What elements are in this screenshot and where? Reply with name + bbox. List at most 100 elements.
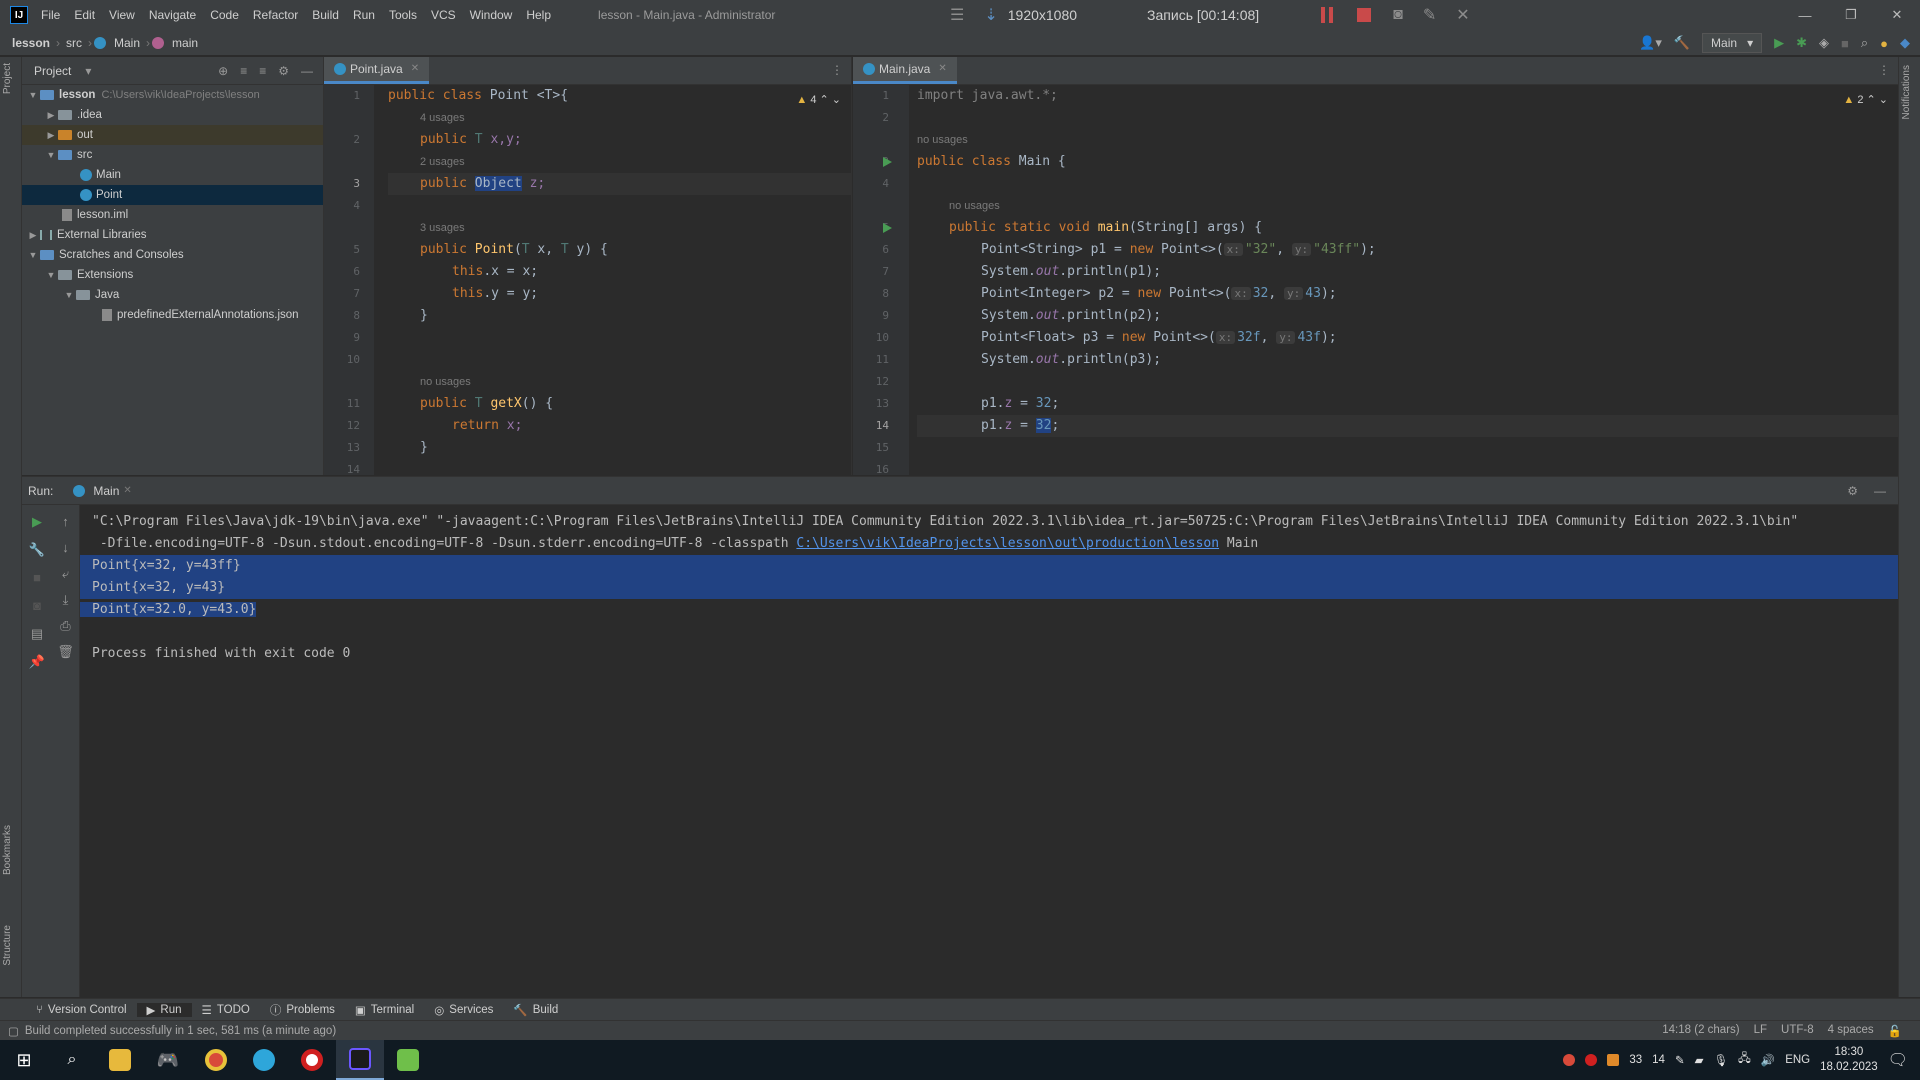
tree-item-java[interactable]: ▼ Java	[22, 285, 323, 305]
windows-start-icon[interactable]: ⊞	[0, 1040, 48, 1080]
wrench-icon[interactable]: 🔧	[29, 543, 45, 557]
microphone-icon[interactable]: 🎙	[1713, 1053, 1728, 1067]
expanded-arrow-icon[interactable]: ▼	[44, 270, 58, 280]
bookmarks-tool-tab[interactable]: Bookmarks	[2, 825, 13, 875]
minimize-icon[interactable]: —	[1782, 0, 1828, 30]
search-icon[interactable]: ⌕	[48, 1040, 96, 1080]
clock[interactable]: 18:30 18.02.2023	[1820, 1045, 1878, 1075]
gpu-icon[interactable]: ▰	[1695, 1053, 1704, 1067]
coverage-icon[interactable]: ◈	[1819, 35, 1829, 51]
tree-item-scratches[interactable]: ▼ Scratches and Consoles	[22, 245, 323, 265]
telegram-icon[interactable]	[240, 1040, 288, 1080]
tree-item-point[interactable]: Point	[22, 185, 323, 205]
run-tab-main[interactable]: Main ✕	[73, 484, 132, 498]
classpath-link[interactable]: C:\Users\vik\IdeaProjects\lesson\out\pro…	[796, 536, 1219, 551]
expanded-arrow-icon[interactable]: ▼	[62, 290, 76, 300]
record-app-icon[interactable]	[288, 1040, 336, 1080]
language-indicator[interactable]: ENG	[1785, 1054, 1810, 1066]
search-icon[interactable]: ⌕	[1861, 35, 1868, 51]
arrow-down-icon[interactable]: ↓	[62, 541, 69, 555]
arrow-up-icon[interactable]: ↑	[62, 515, 69, 529]
camera-icon[interactable]: ◙	[33, 599, 41, 613]
run-configuration-select[interactable]: Main ▾	[1702, 33, 1763, 53]
usages-hint[interactable]: no usages	[917, 129, 1898, 151]
close-tab-icon[interactable]: ✕	[938, 63, 946, 74]
menu-code[interactable]: Code	[203, 8, 246, 22]
gamepad-icon[interactable]: 🎮	[144, 1040, 192, 1080]
project-view-label[interactable]: Project	[34, 64, 71, 78]
hide-icon[interactable]: —	[301, 64, 313, 78]
collapsed-arrow-icon[interactable]: ▶	[26, 230, 40, 241]
menu-run[interactable]: Run	[346, 8, 382, 22]
chrome-icon[interactable]	[192, 1040, 240, 1080]
gear-icon[interactable]: ⚙	[1847, 484, 1858, 498]
intellij-logo-icon[interactable]: IJ	[10, 6, 28, 24]
menu-window[interactable]: Window	[463, 8, 520, 22]
recorder-tray-icon[interactable]	[1585, 1054, 1598, 1066]
status-message[interactable]: Build completed successfully in 1 sec, 5…	[25, 1025, 336, 1037]
tree-item-extensions[interactable]: ▼ Extensions	[22, 265, 323, 285]
tree-item-external-libraries[interactable]: ▶ External Libraries	[22, 225, 323, 245]
run-main-icon[interactable]	[883, 223, 892, 233]
code-area[interactable]: public class Point <T>{ 4 usages public …	[388, 85, 851, 475]
tree-item-src[interactable]: ▼ src	[22, 145, 323, 165]
tree-item-main[interactable]: Main	[22, 165, 323, 185]
layout-icon[interactable]: ▤	[31, 627, 43, 641]
usages-hint[interactable]: no usages	[917, 195, 1898, 217]
pencil-icon[interactable]: ✎	[1423, 5, 1436, 25]
more-options-icon[interactable]: ⋮	[1878, 63, 1890, 77]
expand-all-icon[interactable]: ≡	[240, 64, 247, 78]
lock-icon[interactable]: 🔓	[1888, 1024, 1902, 1038]
close-icon[interactable]: ✕	[1874, 0, 1920, 30]
user-icon[interactable]: 👤▾	[1639, 35, 1662, 51]
build-hammer-icon[interactable]: 🔨	[1674, 35, 1690, 51]
tree-item-out[interactable]: ▶ out	[22, 125, 323, 145]
camera-icon[interactable]: ◙	[1393, 6, 1403, 24]
pin-icon[interactable]: 📌	[29, 655, 45, 669]
chevron-down-icon[interactable]: ▾	[85, 64, 91, 78]
tool-build[interactable]: 🔨 Build	[503, 1003, 568, 1017]
project-tool-tab[interactable]: Project	[2, 63, 13, 94]
restore-icon[interactable]: ❐	[1828, 0, 1874, 30]
menu-vcs[interactable]: VCS	[424, 8, 463, 22]
gear-icon[interactable]: ⚙	[278, 64, 289, 78]
locate-icon[interactable]: ⊕	[218, 64, 228, 78]
tab-point-java[interactable]: Point.java ✕	[324, 57, 430, 84]
menu-navigate[interactable]: Navigate	[142, 8, 203, 22]
line-separator[interactable]: LF	[1754, 1024, 1767, 1038]
chrome-tray-icon[interactable]	[1563, 1054, 1576, 1066]
stop-icon[interactable]: ■	[33, 571, 41, 585]
breadcrumb-main-class[interactable]: Main	[110, 36, 144, 50]
rerun-icon[interactable]: ▶	[32, 515, 42, 529]
menu-build[interactable]: Build	[305, 8, 346, 22]
expanded-arrow-icon[interactable]: ▼	[26, 250, 40, 260]
usages-hint[interactable]: no usages	[388, 371, 851, 393]
tool-services[interactable]: ◎ Services	[424, 1003, 503, 1017]
breadcrumb-project[interactable]: lesson	[8, 36, 54, 50]
menu-edit[interactable]: Edit	[67, 8, 102, 22]
file-encoding[interactable]: UTF-8	[1781, 1024, 1814, 1038]
close-recorder-icon[interactable]: ✕	[1456, 5, 1469, 25]
tree-item-lesson-iml[interactable]: lesson.iml	[22, 205, 323, 225]
soft-wrap-icon[interactable]: ⤶	[62, 567, 69, 581]
hamburger-icon[interactable]: ☰	[950, 5, 964, 25]
tool-terminal[interactable]: ▣ Terminal	[345, 1003, 424, 1017]
indent-setting[interactable]: 4 spaces	[1828, 1024, 1874, 1038]
code-area[interactable]: import java.awt.*; no usages public clas…	[917, 85, 1898, 475]
menu-view[interactable]: View	[102, 8, 142, 22]
usages-hint[interactable]: 2 usages	[388, 151, 851, 173]
trash-icon[interactable]: 🗑	[57, 645, 74, 659]
tool-problems[interactable]: ⓘ Problems	[260, 1002, 345, 1018]
collapsed-arrow-icon[interactable]: ▶	[44, 110, 58, 121]
menu-help[interactable]: Help	[519, 8, 558, 22]
more-options-icon[interactable]: ⋮	[831, 63, 843, 77]
notepad-icon[interactable]	[384, 1040, 432, 1080]
scroll-to-end-icon[interactable]: ⤓	[63, 593, 69, 607]
tool-run[interactable]: ▶ Run	[136, 1002, 192, 1017]
expanded-arrow-icon[interactable]: ▼	[26, 90, 40, 100]
print-icon[interactable]: ⎙	[60, 619, 70, 633]
tool-todo[interactable]: ☰ TODO	[192, 1003, 260, 1017]
close-tab-icon[interactable]: ✕	[123, 485, 131, 496]
pen-icon[interactable]: ✎	[1675, 1053, 1685, 1067]
plugins-icon[interactable]: ◆	[1900, 35, 1910, 51]
